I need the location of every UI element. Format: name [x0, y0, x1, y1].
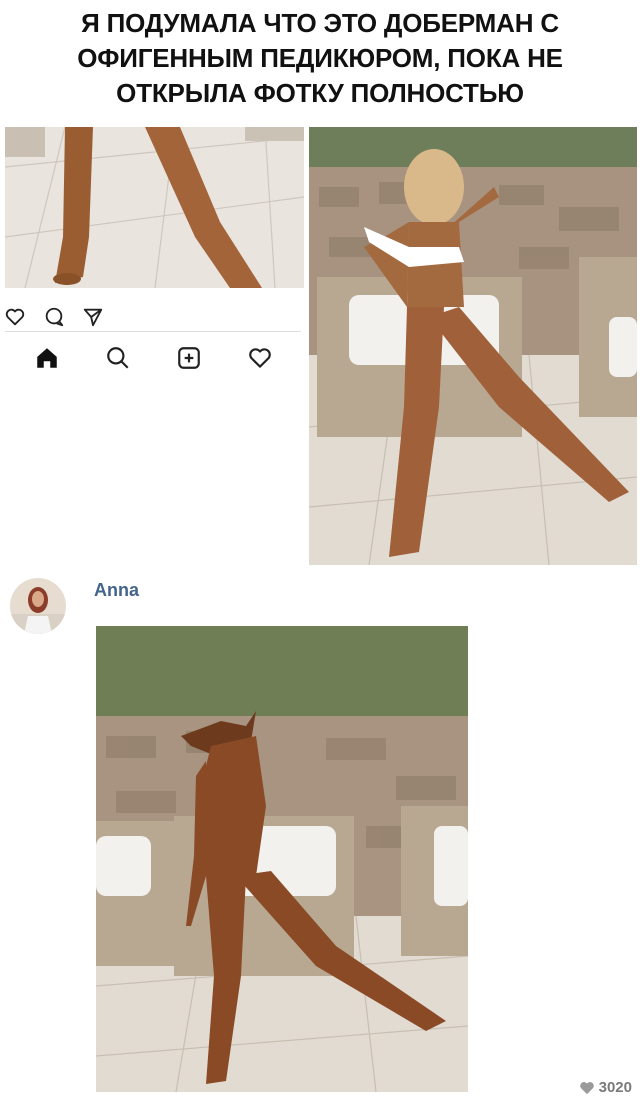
username[interactable]: Anna	[94, 580, 139, 601]
full-model-photo	[309, 127, 637, 565]
cropped-legs-photo	[5, 127, 304, 288]
caption-line: ОФИГЕННЫМ ПЕДИКЮРОМ, ПОКА НЕ	[77, 43, 563, 73]
like-counter[interactable]: 3020	[579, 1079, 632, 1096]
bottom-nav-bar	[5, 331, 301, 383]
activity-heart-icon[interactable]	[247, 345, 273, 371]
meme-caption: Я ПОДУМАЛА ЧТО ЭТО ДОБЕРМАН С ОФИГЕННЫМ …	[0, 6, 640, 111]
share-icon[interactable]	[82, 306, 104, 328]
caption-line: ОТКРЫЛА ФОТКУ ПОЛНОСТЬЮ	[116, 78, 524, 108]
doberman-edit-photo	[96, 626, 468, 1092]
post-actions	[4, 306, 104, 328]
add-post-icon[interactable]	[176, 345, 202, 371]
home-icon[interactable]	[34, 345, 60, 371]
avatar[interactable]	[10, 578, 66, 634]
search-icon[interactable]	[105, 345, 131, 371]
caption-line: Я ПОДУМАЛА ЧТО ЭТО ДОБЕРМАН С	[81, 8, 559, 38]
likes-count: 3020	[598, 1079, 632, 1096]
comment-icon[interactable]	[43, 306, 65, 328]
heart-icon[interactable]	[4, 306, 26, 328]
heart-icon	[579, 1080, 595, 1095]
